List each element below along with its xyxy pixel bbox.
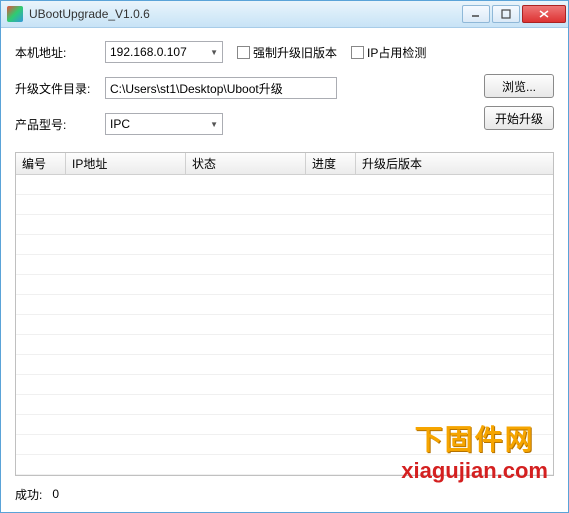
right-button-group: 浏览... 开始升级 <box>484 74 554 130</box>
success-label: 成功: <box>15 486 42 503</box>
table-row <box>16 375 553 395</box>
table-row <box>16 395 553 415</box>
table-row <box>16 235 553 255</box>
close-icon <box>538 9 550 19</box>
window-controls <box>460 5 566 23</box>
app-icon <box>7 6 23 22</box>
ip-check-label: IP占用检测 <box>367 44 426 61</box>
table-row <box>16 255 553 275</box>
close-button[interactable] <box>522 5 566 23</box>
success-count: 0 <box>52 487 59 501</box>
force-old-label: 强制升级旧版本 <box>253 44 337 61</box>
start-upgrade-button[interactable]: 开始升级 <box>484 106 554 130</box>
minimize-icon <box>471 9 481 19</box>
force-old-checkbox[interactable]: 强制升级旧版本 <box>237 44 337 61</box>
titlebar[interactable]: UBootUpgrade_V1.0.6 <box>1 1 568 28</box>
table-row <box>16 355 553 375</box>
maximize-button[interactable] <box>492 5 520 23</box>
chevron-down-icon: ▼ <box>210 48 218 57</box>
browse-button[interactable]: 浏览... <box>484 74 554 98</box>
dir-input[interactable]: C:\Users\st1\Desktop\Uboot升级 <box>105 77 337 99</box>
row-upgrade-dir: 升级文件目录: C:\Users\st1\Desktop\Uboot升级 <box>15 76 554 100</box>
table-row <box>16 295 553 315</box>
col-ip[interactable]: IP地址 <box>66 153 186 174</box>
checkbox-box-icon <box>237 46 250 59</box>
window-title: UBootUpgrade_V1.0.6 <box>29 7 460 21</box>
dir-label: 升级文件目录: <box>15 80 105 97</box>
table-row <box>16 415 553 435</box>
model-combo[interactable]: IPC ▼ <box>105 113 223 135</box>
col-status[interactable]: 状态 <box>186 153 306 174</box>
dir-value: C:\Users\st1\Desktop\Uboot升级 <box>110 80 283 97</box>
table-header: 编号 IP地址 状态 进度 升级后版本 <box>16 153 553 175</box>
result-table: 编号 IP地址 状态 进度 升级后版本 <box>15 152 554 476</box>
chevron-down-icon: ▼ <box>210 120 218 129</box>
table-row <box>16 315 553 335</box>
table-row <box>16 275 553 295</box>
row-local-ip: 本机地址: 192.168.0.107 ▼ 强制升级旧版本 IP占用检测 <box>15 40 554 64</box>
col-progress[interactable]: 进度 <box>306 153 356 174</box>
minimize-button[interactable] <box>462 5 490 23</box>
table-row <box>16 215 553 235</box>
app-window: UBootUpgrade_V1.0.6 本机地址: 192.168.0.107 … <box>0 0 569 513</box>
maximize-icon <box>501 9 511 19</box>
local-ip-value: 192.168.0.107 <box>110 45 187 59</box>
table-row <box>16 335 553 355</box>
col-no[interactable]: 编号 <box>16 153 66 174</box>
table-row <box>16 175 553 195</box>
table-row <box>16 455 553 475</box>
model-value: IPC <box>110 117 130 131</box>
content-area: 本机地址: 192.168.0.107 ▼ 强制升级旧版本 IP占用检测 升级文… <box>1 28 568 512</box>
local-ip-combo[interactable]: 192.168.0.107 ▼ <box>105 41 223 63</box>
checkbox-box-icon <box>351 46 364 59</box>
col-version[interactable]: 升级后版本 <box>356 153 553 174</box>
table-row <box>16 195 553 215</box>
table-body[interactable] <box>16 175 553 475</box>
local-ip-label: 本机地址: <box>15 44 105 61</box>
row-model: 产品型号: IPC ▼ <box>15 112 554 136</box>
status-bar: 成功: 0 <box>15 484 554 504</box>
ip-check-checkbox[interactable]: IP占用检测 <box>351 44 426 61</box>
table-row <box>16 435 553 455</box>
model-label: 产品型号: <box>15 116 105 133</box>
